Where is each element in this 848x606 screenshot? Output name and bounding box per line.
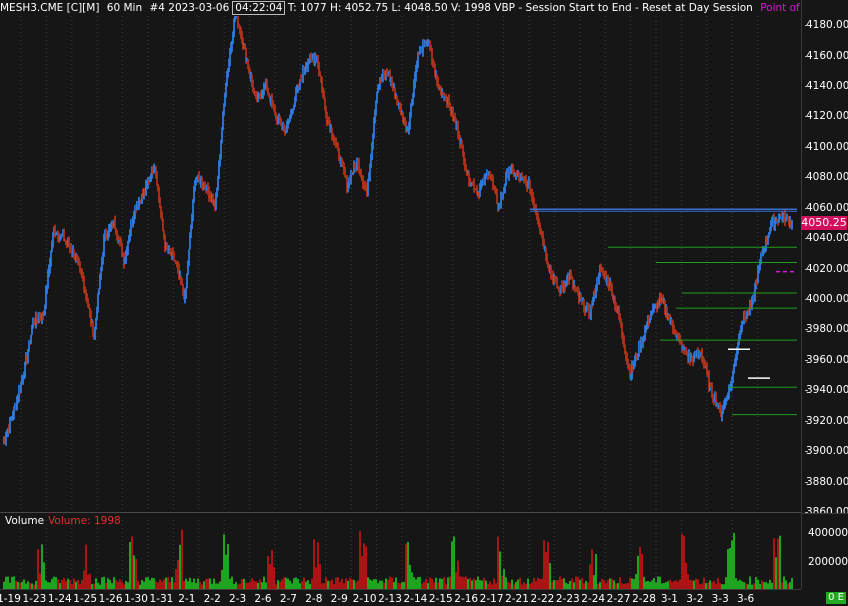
price-tick-label: 3980.00 [804,323,848,336]
date-tick-label: 2-8 [305,593,323,605]
date-tick-label: 1-30 [124,593,148,605]
date-tick-label: 1-26 [98,593,123,605]
price-tick-label: 3880.00 [804,475,848,488]
volume-tick-label: 400000 [808,527,848,540]
date-tick-label: 2-9 [330,593,348,605]
date-tick-label: 2-2 [203,593,221,605]
price-axis[interactable]: 4180.00 4160.00 4140.00 4120.00 4100.00 4080.… [801,0,848,518]
date-tick-label: 2-17 [479,593,504,605]
bar-time: 04:22:04 [232,1,286,15]
volume-tick-label: 200000 [808,555,848,568]
price-tick-label: 3920.00 [804,414,848,427]
date-tick-label: 2-10 [352,593,377,605]
date-tick-label: 2-1 [178,593,196,605]
price-tick-label: 3900.00 [804,445,848,458]
date-tick-label: 2-7 [279,593,297,605]
price-tick-label: 4020.00 [804,262,848,275]
bar-info: #4 2023-03-06 [149,2,230,14]
price-tick-label: 4120.00 [804,110,848,123]
poc-label: Point of Control: [760,2,800,14]
date-tick-label: 1-25 [73,593,98,605]
volume-axis[interactable]: 400000 200000 [801,513,848,590]
price-tick-label: 4180.00 [804,19,848,32]
symbol-label[interactable]: MESH3.CME [C][M] [0,2,103,14]
date-tick-label: 3-1 [660,593,678,605]
trading-chart-window: { "header": { "symbol": "MESH3.CME [C][M… [0,0,848,606]
date-tick-label: 2-27 [606,593,631,605]
chart-header: MESH3.CME [C][M] 60 Min #4 2023-03-06 04:… [0,0,800,16]
interval-label[interactable]: 60 Min [107,2,146,14]
last-price-marker: 4050.25 [801,215,847,230]
volume-title: Volume [5,515,45,527]
date-tick-label: 2-16 [454,593,479,605]
volume-chart-area[interactable] [0,0,801,589]
date-tick-label: 2-28 [632,593,656,605]
date-tick-label: 3-6 [737,593,755,605]
date-tick-label: 2-22 [530,593,555,605]
volume-value: Volume: 1998 [48,515,121,527]
price-tick-label: 4000.00 [804,293,848,306]
date-tick-label: 1-24 [47,593,72,605]
price-tick-label: 4140.00 [804,80,848,93]
date-tick-label: 2-24 [581,593,606,605]
date-tick-label: 3-3 [711,593,729,605]
date-axis[interactable]: 1-19 1-23 1-24 1-25 1-26 1-30 1-31 2-1 2-2 2-3 2-6… [0,589,801,606]
date-tick-label: 2-14 [403,593,428,605]
corner-status: 0 E [801,589,848,606]
date-tick-label: 2-23 [555,593,580,605]
date-tick-label: 1-31 [149,593,174,605]
date-tick-label: 2-3 [229,593,247,605]
bar-details: T: 1077 H: 4052.75 L: 4048.50 V: 1998 VB… [287,2,753,14]
connection-badge: 0 E [826,592,846,604]
date-tick-label: 2-21 [505,593,529,605]
price-tick-label: 3940.00 [804,384,848,397]
price-tick-label: 4100.00 [804,140,848,153]
date-tick-label: 1-19 [0,593,21,605]
date-tick-label: 2-15 [428,593,453,605]
volume-panel-label: Volume Volume: 1998 [5,515,121,527]
price-tick-label: 3960.00 [804,353,848,366]
price-tick-label: 4080.00 [804,171,848,184]
date-tick-label: 3-2 [686,593,704,605]
price-tick-label: 4060.00 [804,201,848,214]
date-tick-label: 1-23 [22,593,47,605]
price-tick-label: 4040.00 [804,232,848,245]
date-tick-label: 2-6 [254,593,272,605]
price-tick-label: 4160.00 [804,49,848,62]
date-tick-label: 2-13 [378,593,402,605]
